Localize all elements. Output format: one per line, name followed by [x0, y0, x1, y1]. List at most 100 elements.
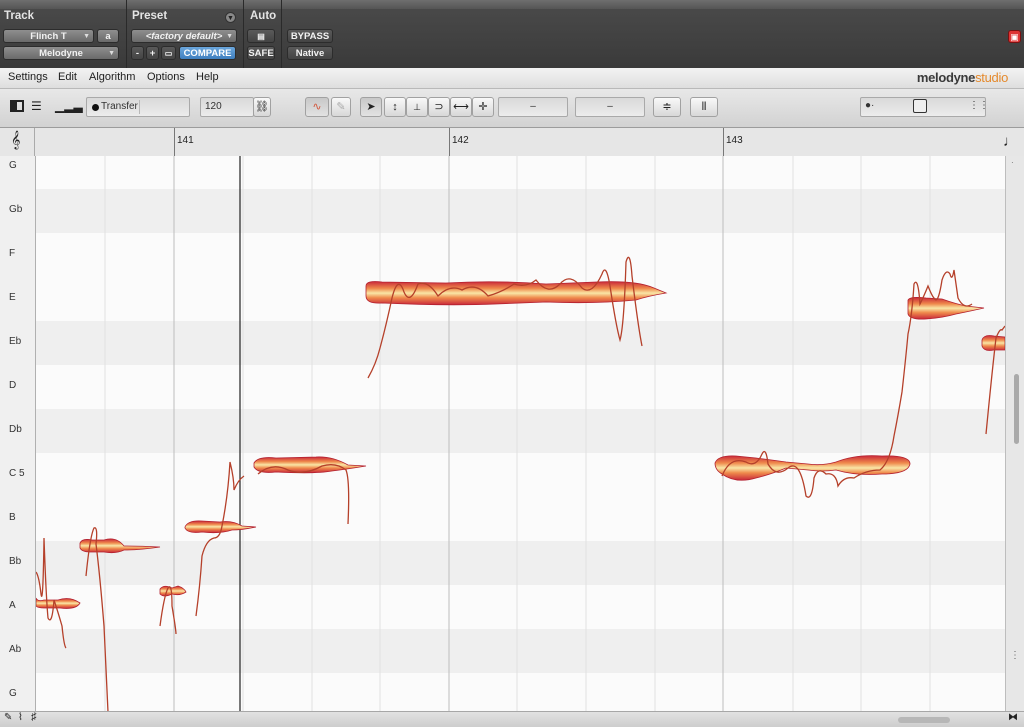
pointer-tool-icon[interactable]: ➤: [360, 97, 382, 117]
pitch-mode-icon[interactable]: ∿: [305, 97, 329, 117]
track-name: Flinch T: [30, 31, 67, 42]
native-indicator[interactable]: Native: [287, 46, 333, 60]
menu-bar: Settings Edit Algorithm Options Help mel…: [0, 68, 1024, 89]
bar-marker: [449, 128, 450, 156]
pitch-tool-icon[interactable]: ↕: [384, 97, 406, 117]
parameter-b-value: –: [607, 101, 613, 112]
menu-edit[interactable]: Edit: [58, 71, 77, 83]
macro-time-icon[interactable]: ⦀: [690, 97, 718, 117]
close-icon[interactable]: ▣: [1008, 30, 1021, 43]
pencil-icon[interactable]: ✎: [4, 712, 12, 723]
bar-marker: [174, 128, 175, 156]
transfer-value: [139, 100, 190, 114]
preset-library-button[interactable]: ▭: [161, 46, 176, 60]
divider: [243, 0, 244, 68]
ruler-corner: 𝄞: [0, 128, 35, 156]
preset-label: Preset: [132, 10, 168, 22]
parameter-field-b[interactable]: –: [575, 97, 645, 117]
divider: [126, 0, 127, 68]
menu-help[interactable]: Help: [196, 71, 219, 83]
safe-button[interactable]: SAFE: [247, 46, 275, 60]
preset-next-button[interactable]: +: [146, 46, 159, 60]
chevron-down-icon: ▼: [226, 33, 233, 40]
macro-pitch-icon[interactable]: ≑: [653, 97, 681, 117]
preset-select[interactable]: <factory default> ▼: [131, 29, 237, 43]
mixer-icon[interactable]: ☰: [31, 99, 42, 113]
menu-options[interactable]: Options: [147, 71, 185, 83]
melodyne-logo: melodynestudio: [917, 70, 1008, 85]
tempo-value: 120: [205, 101, 222, 112]
automation-icon: ▤: [257, 32, 265, 41]
note-canvas[interactable]: [36, 156, 1005, 711]
pitch-label: Eb: [9, 336, 22, 347]
brand-main: melodyne: [916, 70, 976, 85]
pitch-curve: [195, 461, 245, 617]
channel-select[interactable]: a: [97, 29, 119, 43]
scroll-up-icon[interactable]: ·: [1011, 158, 1014, 167]
plugin-select[interactable]: Melodyne ▼: [3, 46, 119, 60]
time-tool-icon[interactable]: ⟷: [450, 97, 472, 117]
timeline-ruler[interactable]: 𝄞 141 142 143 ♩: [0, 128, 1024, 157]
plugin-name: Melodyne: [39, 48, 83, 59]
preset-previous-button[interactable]: -: [131, 46, 144, 60]
automation-button[interactable]: ▤: [247, 29, 275, 43]
pitch-label: A: [9, 600, 16, 611]
track-label: Track: [4, 10, 35, 22]
parameter-field-a[interactable]: –: [498, 97, 568, 117]
scroll-grip-icon[interactable]: ⋮: [1010, 650, 1020, 661]
note-blob: [36, 597, 81, 609]
level-bars-icon[interactable]: ▁▂▃: [55, 99, 83, 113]
pitch-label: E: [9, 292, 16, 303]
zoom-handle[interactable]: [913, 99, 927, 113]
vertical-scroll-thumb[interactable]: [1014, 374, 1019, 444]
compare-button[interactable]: COMPARE: [179, 46, 236, 60]
vertical-scrollbar[interactable]: · ⋮: [1005, 156, 1024, 711]
tempo-field[interactable]: 120: [200, 97, 254, 117]
pitch-label: G: [9, 160, 17, 171]
bypass-button[interactable]: BYPASS: [287, 29, 333, 43]
bar-label-143: 143: [726, 135, 743, 146]
formant-tool-icon[interactable]: ⊥: [406, 97, 428, 117]
pitch-label: Gb: [9, 204, 23, 215]
parameter-a-value: –: [530, 101, 536, 112]
note-editor[interactable]: [36, 156, 1005, 711]
bottom-bar: ✎ ⌇ ♯ ⧓: [0, 711, 1024, 727]
pitch-ruler[interactable]: G Gb F E Eb D Db C 5 B Bb A Ab G: [0, 156, 36, 711]
wrench-icon[interactable]: ✎: [331, 97, 351, 117]
brush-icon[interactable]: ⌇: [18, 712, 23, 723]
pitch-curve: [257, 464, 350, 525]
bar-label-142: 142: [452, 135, 469, 146]
preset-value: <factory default>: [145, 31, 223, 42]
pitch-rows: [36, 189, 1005, 673]
note-value-icon[interactable]: ♩: [1003, 133, 1018, 150]
bypass-label: BYPASS: [290, 31, 330, 42]
chevron-down-icon: ▼: [83, 33, 90, 40]
track-select[interactable]: Flinch T ▼: [3, 29, 94, 43]
pitch-label: G: [9, 688, 17, 699]
menu-algorithm[interactable]: Algorithm: [89, 71, 135, 83]
amplitude-tool-icon[interactable]: ⊃: [428, 97, 450, 117]
menu-settings[interactable]: Settings: [8, 71, 48, 83]
transfer-label: Transfer: [101, 101, 138, 112]
pitch-label: Bb: [9, 556, 22, 567]
preset-menu-button[interactable]: ▼: [225, 12, 236, 23]
plugin-header: Track Preset Auto Flinch T ▼ a Melodyne ▼ …: [0, 0, 1024, 69]
zoom-slider[interactable]: ●· ⋮⋮: [860, 97, 989, 117]
compare-label: COMPARE: [183, 48, 232, 59]
divider: [281, 0, 282, 68]
transfer-field[interactable]: Transfer: [86, 97, 190, 117]
link-icon[interactable]: ⛓: [253, 97, 271, 117]
pitch-label: B: [9, 512, 16, 523]
minus-label: -: [135, 48, 140, 59]
pitch-label: Db: [9, 424, 22, 435]
zoom-toggle-icon[interactable]: ⧓: [1008, 712, 1018, 723]
pitch-label: D: [9, 380, 17, 391]
zoom-in-icon: ⋮⋮: [969, 100, 989, 111]
sharp-icon[interactable]: ♯: [31, 711, 37, 723]
horizontal-scroll-thumb[interactable]: [898, 717, 950, 723]
layout-icon[interactable]: [10, 100, 24, 112]
note-blob: [159, 585, 187, 597]
separation-tool-icon[interactable]: ✛: [472, 97, 494, 117]
safe-label: SAFE: [248, 48, 274, 59]
treble-clef-icon[interactable]: 𝄞: [11, 132, 20, 150]
